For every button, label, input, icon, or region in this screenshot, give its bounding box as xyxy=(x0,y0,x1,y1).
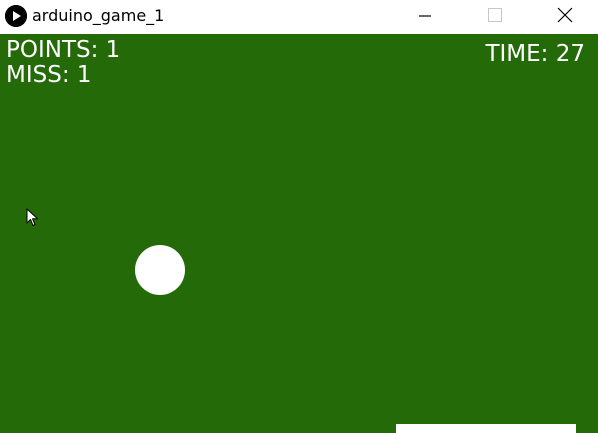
game-ball xyxy=(135,245,185,295)
time-counter: TIME: 27 xyxy=(485,41,585,67)
play-icon xyxy=(5,5,27,27)
window-title: arduino_game_1 xyxy=(32,6,165,25)
game-canvas[interactable]: POINTS: 1 MISS: 1 TIME: 27 xyxy=(0,34,598,433)
game-paddle xyxy=(396,424,576,433)
minimize-button[interactable] xyxy=(402,0,448,32)
miss-counter: MISS: 1 xyxy=(6,62,92,88)
points-counter: POINTS: 1 xyxy=(6,37,121,63)
close-button[interactable] xyxy=(541,0,587,32)
maximize-icon xyxy=(488,8,502,22)
game-window: arduino_game_1 POINTS: 1 MISS: 1 TIME: 2… xyxy=(0,0,598,433)
mouse-pointer-icon xyxy=(26,208,40,228)
minimize-icon xyxy=(419,15,431,17)
title-bar[interactable]: arduino_game_1 xyxy=(0,0,598,34)
close-icon xyxy=(557,7,573,23)
maximize-button[interactable] xyxy=(471,0,517,32)
